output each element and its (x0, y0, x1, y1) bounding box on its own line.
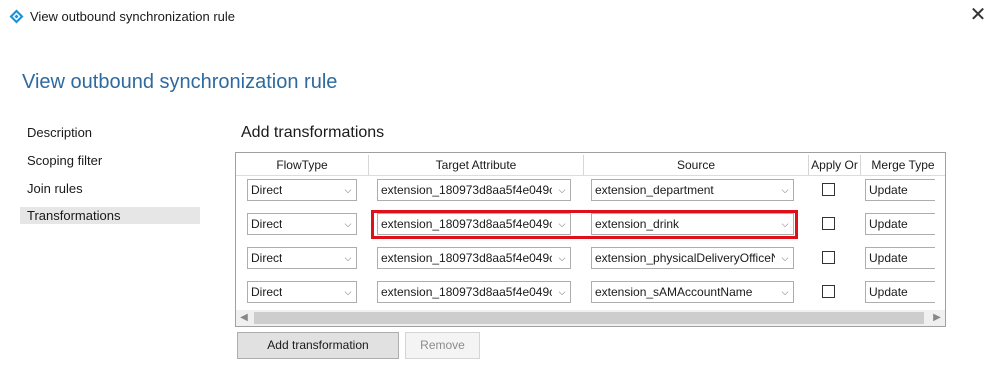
flowtype-value: Direct (251, 183, 283, 197)
add-transformation-button[interactable]: Add transformation (237, 332, 399, 359)
source-select[interactable]: extension_department ⌵ (591, 179, 794, 201)
flowtype-select[interactable]: Direct ⌵ (247, 179, 357, 201)
column-header-flowtype[interactable]: FlowType (236, 155, 369, 175)
merge-type-select[interactable]: Update (865, 281, 935, 303)
nav-item-transformations[interactable]: Transformations (27, 208, 120, 223)
source-value: extension_physicalDeliveryOfficeNa (595, 251, 775, 265)
target-attribute-select[interactable]: extension_180973d8aa5f4e049c25 ⌵ (377, 179, 571, 201)
apply-once-checkbox[interactable] (822, 183, 835, 196)
flowtype-select[interactable]: Direct ⌵ (247, 247, 357, 269)
apply-once-checkbox[interactable] (822, 217, 835, 230)
header-divider (236, 175, 945, 176)
scroll-right-icon[interactable]: ▶ (929, 310, 945, 326)
chevron-down-icon: ⌵ (340, 180, 356, 200)
column-header-source[interactable]: Source (584, 155, 809, 175)
flowtype-value: Direct (251, 251, 283, 265)
nav-item-scoping-filter[interactable]: Scoping filter (27, 153, 102, 168)
row-highlight-box (371, 210, 798, 239)
source-select[interactable]: extension_sAMAccountName ⌵ (591, 281, 794, 303)
flowtype-select[interactable]: Direct ⌵ (247, 281, 357, 303)
target-attribute-value: extension_180973d8aa5f4e049c25 (381, 251, 552, 265)
scrollbar-thumb[interactable] (254, 312, 924, 324)
apply-once-checkbox[interactable] (822, 285, 835, 298)
flowtype-select[interactable]: Direct ⌵ (247, 213, 357, 235)
scroll-left-icon[interactable]: ◀ (236, 310, 252, 326)
chevron-down-icon: ⌵ (340, 248, 356, 268)
window-title: View outbound synchronization rule (30, 9, 236, 24)
target-attribute-select[interactable]: extension_180973d8aa5f4e049c25 ⌵ (377, 281, 571, 303)
target-attribute-value: extension_180973d8aa5f4e049c25 (381, 285, 552, 299)
target-attribute-value: extension_180973d8aa5f4e049c25 (381, 183, 552, 197)
source-select[interactable]: extension_physicalDeliveryOfficeNa ⌵ (591, 247, 794, 269)
merge-type-select[interactable]: Update (865, 247, 935, 269)
flowtype-value: Direct (251, 217, 283, 231)
chevron-down-icon: ⌵ (554, 282, 570, 302)
target-attribute-select[interactable]: extension_180973d8aa5f4e049c25 ⌵ (377, 247, 571, 269)
apply-once-checkbox[interactable] (822, 251, 835, 264)
close-icon[interactable]: ✕ (966, 3, 990, 27)
chevron-down-icon: ⌵ (554, 180, 570, 200)
chevron-down-icon: ⌵ (777, 282, 793, 302)
transformations-grid: FlowType Target Attribute Source Apply O… (235, 152, 946, 327)
chevron-down-icon: ⌵ (554, 248, 570, 268)
remove-button[interactable]: Remove (405, 332, 480, 359)
chevron-down-icon: ⌵ (340, 282, 356, 302)
source-value: extension_sAMAccountName (595, 285, 753, 299)
merge-type-select[interactable]: Update (865, 213, 935, 235)
chevron-down-icon: ⌵ (777, 180, 793, 200)
column-header-merge-type[interactable]: Merge Type (861, 155, 945, 175)
page-title: View outbound synchronization rule (22, 71, 338, 93)
chevron-down-icon: ⌵ (340, 214, 356, 234)
merge-type-select[interactable]: Update (865, 179, 935, 201)
title-bar: View outbound synchronization rule ✕ (0, 0, 999, 32)
source-value: extension_department (595, 183, 714, 197)
nav-item-join-rules[interactable]: Join rules (27, 181, 83, 196)
nav-item-description[interactable]: Description (27, 125, 92, 140)
column-header-target-attribute[interactable]: Target Attribute (369, 155, 584, 175)
horizontal-scrollbar[interactable]: ◀ ▶ (236, 310, 945, 326)
column-header-apply-once[interactable]: Apply Or (809, 155, 861, 175)
sync-diamond-icon (9, 9, 24, 24)
chevron-down-icon: ⌵ (777, 248, 793, 268)
flowtype-value: Direct (251, 285, 283, 299)
section-title: Add transformations (241, 124, 385, 141)
